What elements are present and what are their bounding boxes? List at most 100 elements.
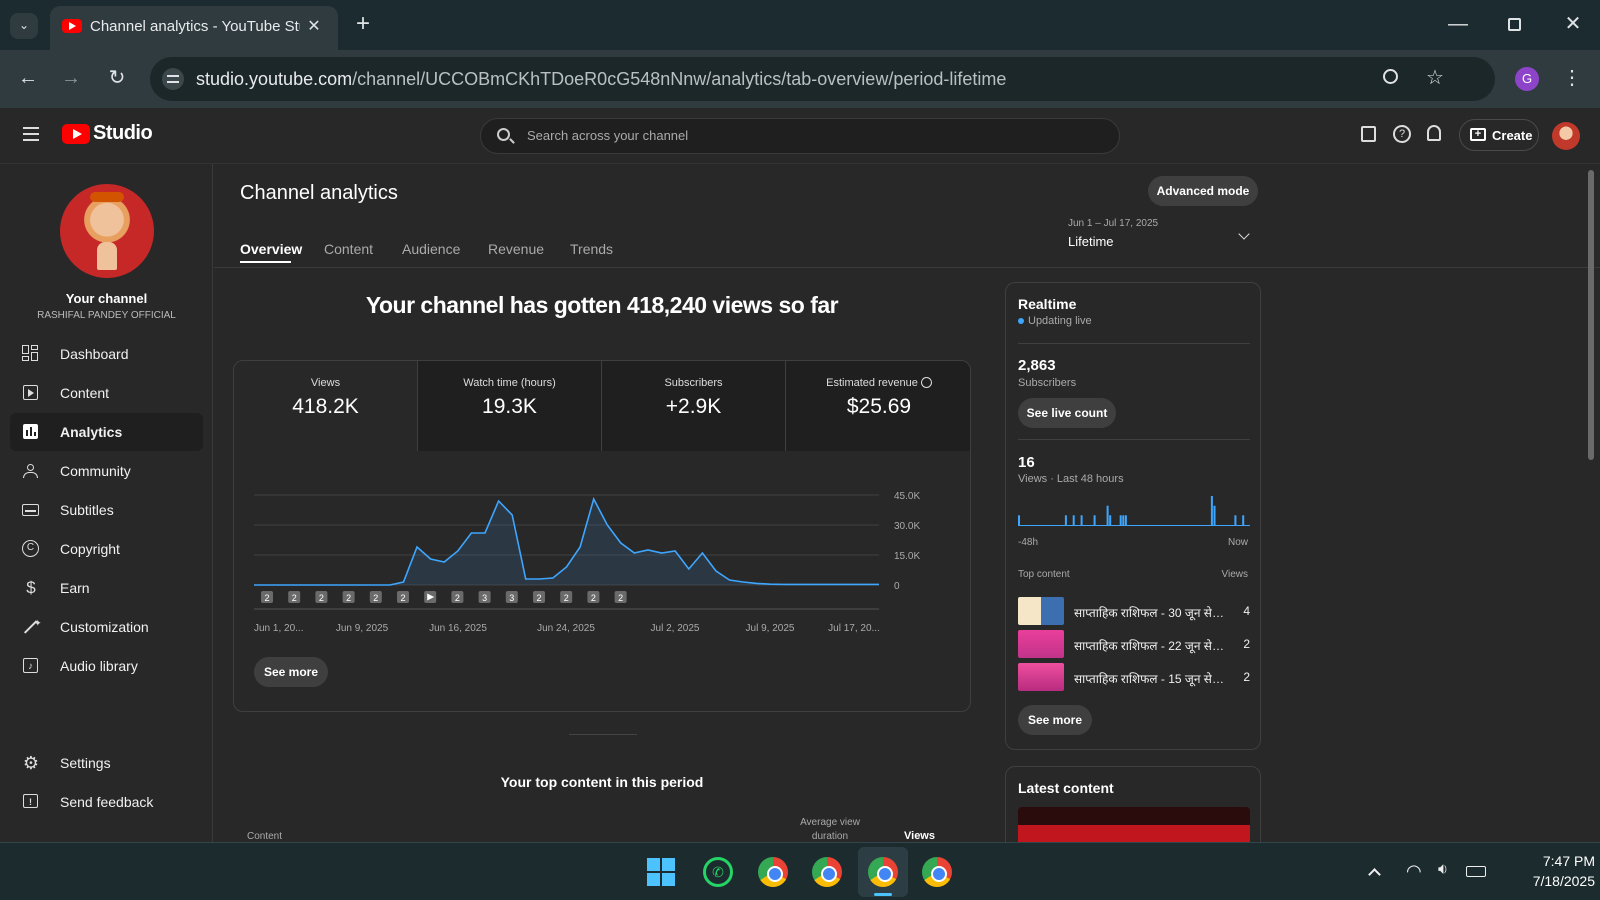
chrome-app-icon[interactable] [868, 857, 898, 887]
active-browser-tab[interactable]: Channel analytics - YouTube Studio ✕ [50, 6, 338, 50]
table-header-views[interactable]: Views [904, 830, 935, 842]
see-more-button[interactable]: See more [254, 657, 328, 687]
x-tick-label: Jul 2, 2025 [651, 623, 700, 634]
create-label: Create [1492, 128, 1533, 143]
x-tick-label: Jun 1, 20... [254, 623, 303, 634]
notifications-bell-icon[interactable] [1427, 125, 1441, 141]
volume-icon[interactable]: 🔉︎ [1438, 861, 1460, 883]
metric-watch-time[interactable]: Watch time (hours) 19.3K [418, 361, 602, 451]
account-avatar[interactable] [1552, 122, 1580, 150]
profile-avatar-icon[interactable]: G [1515, 67, 1539, 91]
list-item[interactable]: साप्ताहिक राशिफल - 15 जून से 2... 2 [1018, 663, 1250, 693]
event-marker-label: 2 [455, 593, 460, 603]
main-content: Channel analytics Advanced mode Overview… [214, 164, 1600, 866]
views-line-chart: 45.0K 30.0K 15.0K 0 2 2 2 2 2 2 2 3 3 2 2 2 2 Jun 1, 20..… [254, 491, 920, 634]
new-tab-icon[interactable]: + [350, 12, 376, 38]
y-tick-label: 0 [894, 581, 900, 592]
close-tab-icon[interactable]: ✕ [302, 15, 326, 39]
video-views: 2 [1243, 637, 1250, 651]
sidebar-item-subtitles[interactable]: Subtitles [10, 491, 203, 529]
forward-arrow-icon[interactable]: → [58, 66, 84, 90]
tab-overview[interactable]: Overview [240, 241, 302, 257]
zoom-icon[interactable] [1383, 69, 1398, 84]
sidebar-item-earn[interactable]: $ Earn [10, 569, 203, 607]
channel-avatar[interactable] [60, 184, 154, 278]
advanced-mode-button[interactable]: Advanced mode [1148, 176, 1258, 206]
video-title: साप्ताहिक राशिफल - 22 जून से 2... [1074, 639, 1224, 653]
community-icon [20, 460, 42, 482]
realtime-axis-end: Now [1227, 537, 1248, 548]
copyright-icon: C [22, 540, 39, 557]
sidebar-item-audio-library[interactable]: ♪ Audio library [10, 647, 203, 685]
clock-time[interactable]: 7:47 PM [1505, 853, 1595, 869]
chevron-up-icon[interactable] [1368, 868, 1381, 881]
video-thumbnail [1018, 597, 1064, 625]
whatsapp-icon[interactable]: ✆ [703, 857, 733, 887]
search-input[interactable]: Search across your channel [527, 128, 688, 143]
see-live-count-button[interactable]: See live count [1018, 398, 1116, 428]
windows-start-icon[interactable] [647, 858, 675, 886]
close-window-icon[interactable]: ✕ [1560, 12, 1586, 38]
sidebar-item-dashboard[interactable]: Dashboard [10, 335, 203, 373]
metric-value: 418.2K [292, 395, 359, 418]
sidebar-item-content[interactable]: Content [10, 374, 203, 412]
clock-info-icon[interactable] [920, 377, 932, 388]
sidebar-item-copyright[interactable]: C Copyright [10, 530, 203, 568]
channel-name: RASHIFAL PANDEY OFFICIAL [37, 310, 176, 321]
tab-content[interactable]: Content [324, 241, 373, 257]
event-marker-label: 2 [536, 593, 541, 603]
latest-content-title: Latest content [1018, 780, 1114, 796]
realtime-see-more-button[interactable]: See more [1018, 705, 1092, 735]
battery-icon[interactable] [1466, 866, 1486, 877]
minimize-window-icon[interactable]: — [1445, 12, 1471, 38]
event-marker-label: 3 [482, 593, 487, 603]
youtube-logo-icon [62, 124, 90, 144]
x-tick-label: Jul 9, 2025 [746, 623, 795, 634]
back-arrow-icon[interactable]: ← [15, 66, 41, 90]
list-item[interactable]: साप्ताहिक राशिफल - 30 जून से 0... 4 [1018, 597, 1250, 627]
clock-date[interactable]: 7/18/2025 [1495, 873, 1595, 889]
site-info-icon[interactable] [162, 68, 184, 90]
help-icon[interactable]: ? [1393, 125, 1411, 143]
reload-icon[interactable]: ↻ [104, 66, 130, 90]
list-item[interactable]: साप्ताहिक राशिफल - 22 जून से 2... 2 [1018, 630, 1250, 660]
sidebar-item-label: Send feedback [60, 794, 154, 810]
bookmark-star-icon[interactable]: ☆ [1423, 66, 1447, 90]
metric-views[interactable]: Views 418.2K [234, 361, 418, 451]
address-bar[interactable]: studio.youtube.com/channel/UCCOBmCKhTDoe… [150, 57, 1495, 101]
sidebar-item-settings[interactable]: ⚙ Settings [10, 744, 203, 782]
subscribers-count: 2,863 [1018, 357, 1056, 374]
sidebar-item-label: Subtitles [60, 502, 114, 518]
restore-window-icon[interactable] [1508, 18, 1521, 31]
sidebar-item-customization[interactable]: ✦ Customization [10, 608, 203, 646]
create-button[interactable]: + Create [1459, 119, 1539, 151]
subtitles-header-icon[interactable] [1361, 126, 1376, 142]
sidebar-item-analytics[interactable]: Analytics [10, 413, 203, 451]
chrome-app-icon[interactable] [922, 857, 952, 887]
dashboard-icon [20, 343, 42, 365]
event-marker-label: 2 [292, 593, 297, 603]
chrome-app-icon[interactable] [758, 857, 788, 887]
chrome-app-icon[interactable] [812, 857, 842, 887]
table-header-avg-duration[interactable]: Average view duration [792, 816, 868, 844]
tab-audience[interactable]: Audience [402, 241, 460, 257]
search-bar[interactable]: Search across your channel [480, 118, 1120, 154]
page-scrollbar[interactable] [1588, 170, 1594, 460]
tab-list-chevron-icon[interactable]: ⌄ [10, 13, 38, 39]
y-tick-label: 45.0K [894, 491, 920, 502]
realtime-bar [1093, 515, 1096, 525]
sidebar-item-community[interactable]: Community [10, 452, 203, 490]
top-views-label: Views [1221, 569, 1249, 580]
metric-estimated-revenue[interactable]: Estimated revenue $25.69 [786, 361, 970, 451]
sidebar-item-label: Customization [60, 619, 149, 635]
customization-icon: ✦ [20, 616, 42, 638]
browser-menu-icon[interactable]: ⋮ [1560, 66, 1584, 90]
period-selector[interactable]: Jun 1 – Jul 17, 2025 Lifetime [1068, 216, 1264, 256]
wifi-icon[interactable]: ◠ [1406, 861, 1428, 883]
hamburger-menu-icon[interactable] [23, 127, 39, 141]
tab-revenue[interactable]: Revenue [488, 241, 544, 257]
metric-subscribers[interactable]: Subscribers +2.9K [602, 361, 786, 451]
sidebar-item-send-feedback[interactable]: ! Send feedback [10, 783, 203, 821]
studio-logo[interactable]: Studio [62, 122, 153, 148]
tab-trends[interactable]: Trends [570, 241, 613, 257]
